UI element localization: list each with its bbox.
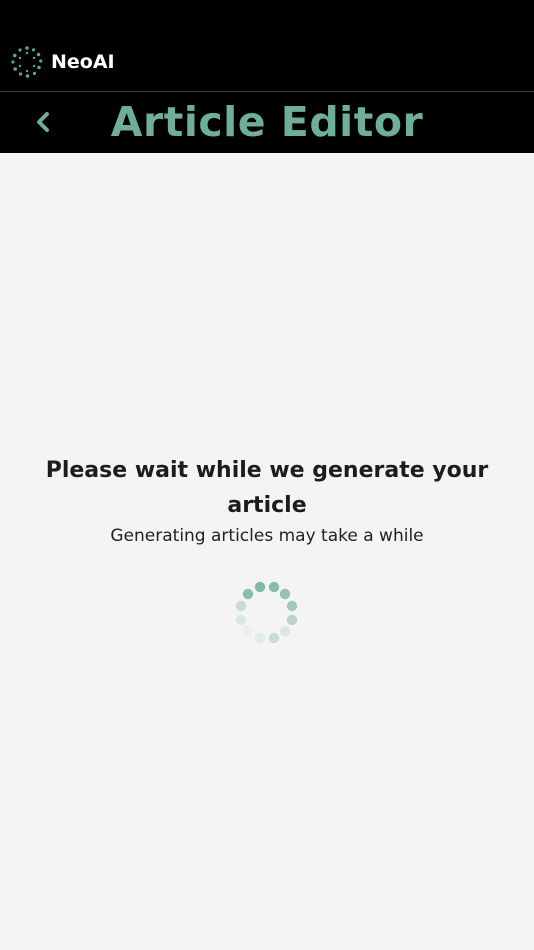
chevron-left-icon — [37, 112, 49, 132]
spinner-dot — [242, 625, 254, 637]
brand-name: NeoAI — [51, 51, 115, 73]
back-button[interactable] — [26, 104, 60, 140]
spinner-dot — [235, 614, 247, 626]
loading-heading: Please wait while we generate your artic… — [45, 458, 489, 518]
spinner-dot — [286, 600, 298, 612]
spinner-dot — [268, 581, 280, 593]
loading-subtext: Generating articles may take a while — [110, 526, 424, 546]
editor-header: Article Editor — [0, 92, 534, 153]
spinner-dot — [242, 588, 254, 600]
page-title: Article Editor — [110, 98, 424, 146]
spinner-dot — [279, 588, 291, 600]
brand-bar: NeoAI — [0, 0, 534, 92]
spinner-dot — [254, 632, 266, 644]
dot-spinner-icon — [235, 581, 298, 644]
spinner-dot — [286, 614, 298, 626]
spinner-dot — [279, 625, 291, 637]
app-screen: NeoAI Article Editor Please wait while w… — [0, 0, 534, 950]
spinner-dot — [268, 632, 280, 644]
dotted-ring-logo-icon — [11, 46, 43, 78]
spinner-dot — [235, 600, 247, 612]
spinner-dot — [254, 581, 266, 593]
